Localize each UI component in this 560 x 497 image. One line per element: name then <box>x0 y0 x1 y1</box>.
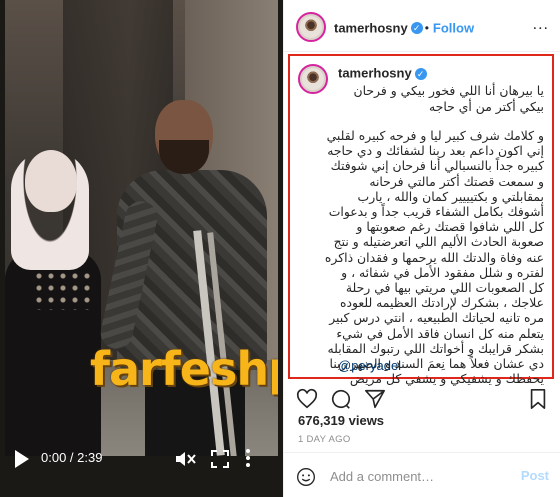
caption-username-link[interactable]: tamerhosny <box>338 66 412 81</box>
heart-icon[interactable] <box>296 388 318 410</box>
comment-input[interactable] <box>330 467 500 485</box>
mute-icon[interactable] <box>175 450 197 468</box>
time-separator: / <box>66 450 78 465</box>
more-options-icon[interactable]: ... <box>533 16 549 34</box>
action-bar <box>284 384 560 414</box>
video-player[interactable]: farfeshplus.com 0:00 / 2:39 <box>0 0 283 497</box>
username-link[interactable]: tamerhosny <box>334 20 408 35</box>
caption-avatar[interactable] <box>298 64 328 94</box>
post-comment-button[interactable]: Post <box>521 468 549 483</box>
caption-first-line: tamerhosny ✓ يا بيرهان أنا اللي فخور بيكي… <box>338 65 544 115</box>
verified-badge-icon: ✓ <box>410 21 423 34</box>
caption-text: و كلامك شرف كبير ليا و فرحه كبيره لقلبي … <box>324 128 544 387</box>
video-time: 0:00 / 2:39 <box>41 450 102 465</box>
caption-greeting: يا بيرهان أنا اللي فخور بيكي و فرحان بيك… <box>353 82 544 114</box>
emoji-icon[interactable] <box>296 467 316 487</box>
share-icon[interactable] <box>364 388 386 410</box>
bookmark-icon[interactable] <box>527 388 549 410</box>
video-frame: farfeshplus.com <box>5 0 278 456</box>
avatar[interactable] <box>296 12 326 42</box>
comment-bar: Post <box>284 452 560 497</box>
duration: 2:39 <box>77 450 103 465</box>
timestamp[interactable]: 1 DAY AGO <box>298 434 351 445</box>
views-label: views <box>348 413 385 428</box>
current-time: 0:00 <box>41 450 67 465</box>
post-header: tamerhosny ✓ • Follow ... <box>284 0 560 52</box>
caption-highlight: tamerhosny ✓ يا بيرهان أنا اللي فخور بيكي… <box>288 54 554 386</box>
post-details-panel: tamerhosny ✓ • Follow ... tamerhosny ✓ يا بي… <box>283 0 560 497</box>
verified-badge-icon: ✓ <box>414 67 427 80</box>
video-controls: 0:00 / 2:39 <box>5 436 278 483</box>
view-count[interactable]: 676,319 views <box>298 413 384 428</box>
separator-dot: • <box>424 20 429 35</box>
views-number: 676,319 <box>298 413 345 428</box>
comment-icon[interactable] <box>330 388 352 410</box>
play-icon[interactable] <box>15 450 29 468</box>
watermark-text: farfeshplus.com <box>90 342 278 396</box>
follow-button[interactable]: Follow <box>433 20 474 35</box>
more-options-icon[interactable] <box>245 448 251 468</box>
fullscreen-icon[interactable] <box>211 450 229 468</box>
mention-link[interactable]: @peryadel <box>338 358 401 373</box>
